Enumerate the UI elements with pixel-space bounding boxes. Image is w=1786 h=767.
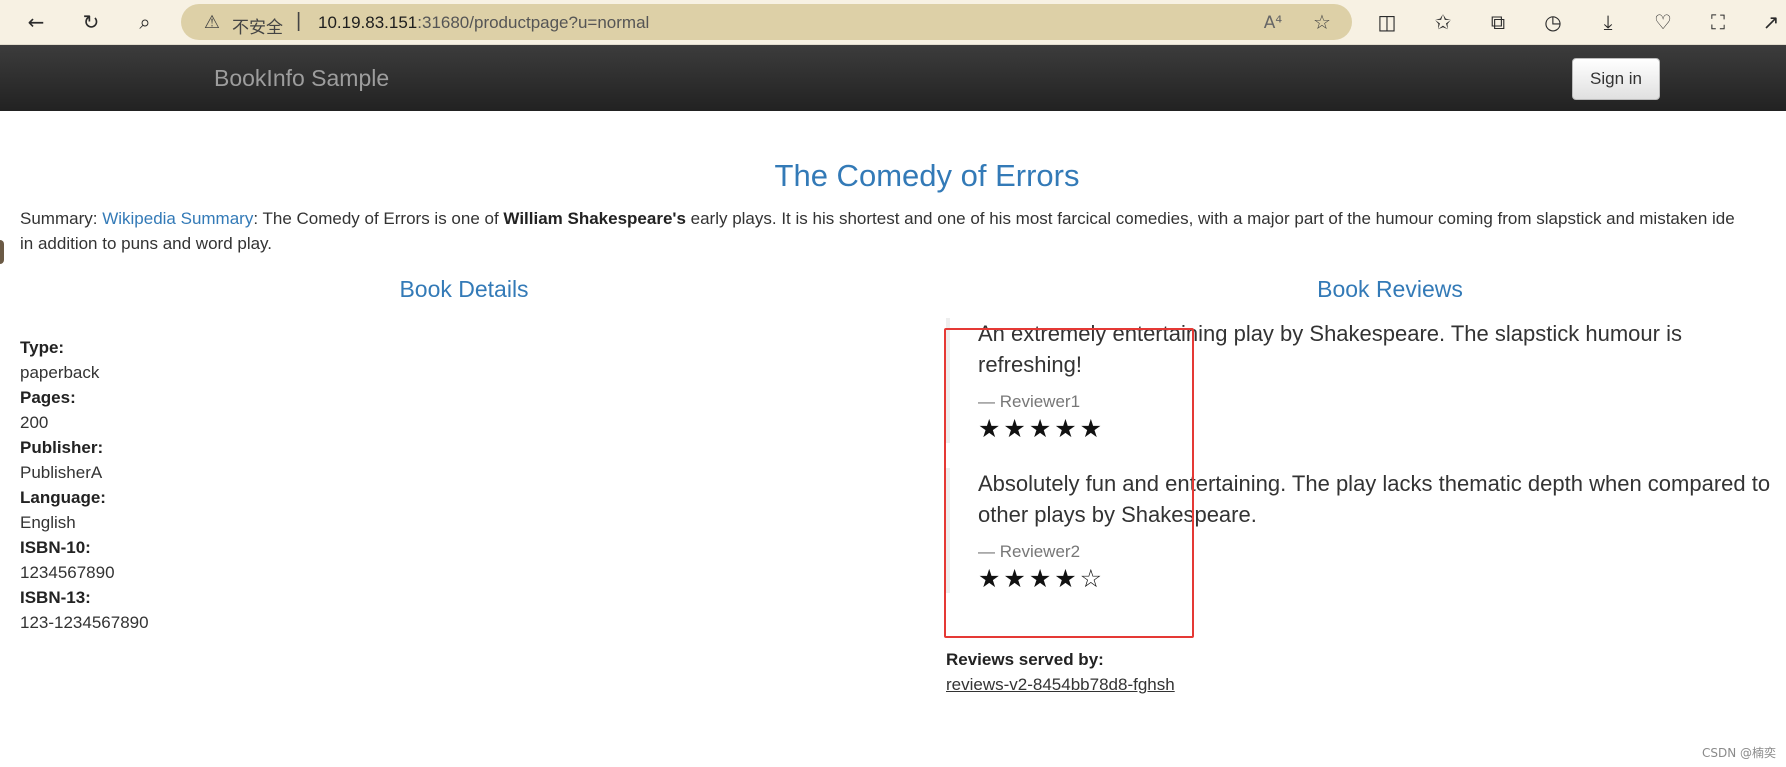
read-aloud-icon[interactable]: A⁴ [1260,10,1286,36]
summary-text-1: : The Comedy of Errors is one of [253,209,504,228]
summary-line-2: in addition to puns and word play. [20,234,273,253]
favorite-star-icon[interactable]: ☆ [1309,9,1335,35]
detail-value: paperback [20,363,100,382]
review-text: An extremely entertaining play by Shakes… [978,321,1682,377]
address-separator: | [296,10,302,32]
review-item: An extremely entertaining play by Shakes… [946,318,1786,443]
detail-value: 1234567890 [20,563,115,582]
detail-value: English [20,513,76,532]
app-navbar: BookInfo Sample Sign in [0,45,1786,111]
browser-toolbar: ← ↻ ⌕ ⚠ 不安全 | 10.19.83.151:31680/product… [0,0,1786,45]
detail-value: PublisherA [20,463,103,482]
address-bar[interactable]: ⚠ 不安全 | 10.19.83.151:31680/productpage?u… [181,4,1352,40]
review-item: Absolutely fun and entertaining. The pla… [946,468,1778,593]
url-host: 10.19.83.151 [318,13,418,32]
reviewer-name: — Reviewer1 [978,392,1081,411]
screenshot-icon[interactable]: ⛶ [1703,7,1733,37]
book-details-title: Book Details [399,276,529,302]
downloads-icon[interactable]: ⤓ [1593,7,1623,37]
warning-icon[interactable]: ⚠ [201,11,223,33]
detail-label: Type: [20,338,65,357]
detail-label: Publisher: [20,438,104,457]
detail-label: Language: [20,488,106,507]
reviews-served-by-link[interactable]: reviews-v2-8454bb78d8-fghsh [946,675,1175,695]
summary-author: William Shakespeare's [503,209,686,228]
history-icon[interactable]: ◷ [1538,7,1568,37]
page-edge-marker [0,240,4,264]
watermark: CSDN @楠奕 [1702,746,1777,760]
split-screen-icon[interactable]: ◫ [1372,7,1402,37]
detail-value: 200 [20,413,49,432]
health-icon[interactable]: ♡ [1648,7,1678,37]
url-path: :31680/productpage?u=normal [417,13,650,32]
star-rating: ★★★★★ [978,414,1106,443]
reviews-served-by-label: Reviews served by: [946,650,1104,669]
favorites-icon[interactable]: ✩ [1428,7,1458,37]
navbar-brand[interactable]: BookInfo Sample [214,65,389,92]
detail-label: ISBN-13: [20,588,91,607]
sign-in-button[interactable]: Sign in [1572,58,1660,100]
detail-label: ISBN-10: [20,538,91,557]
wikipedia-summary-link[interactable]: Wikipedia Summary [102,209,253,228]
detail-label: Pages: [20,388,76,407]
search-icon[interactable]: ⌕ [130,7,160,37]
book-details-list: Type: paperback Pages: 200 Publisher: Publish… [20,335,149,635]
detail-value: 123-1234567890 [20,613,149,632]
share-icon[interactable]: ↗ [1756,7,1786,37]
insecure-label[interactable]: 不安全 [232,13,283,38]
book-title: The Comedy of Errors [774,158,1080,193]
back-icon[interactable]: ← [21,7,51,37]
book-reviews-title: Book Reviews [1317,276,1463,302]
review-text: Absolutely fun and entertaining. The pla… [978,471,1771,527]
summary-prefix: Summary: [20,209,103,228]
refresh-icon[interactable]: ↻ [76,7,106,37]
collections-icon[interactable]: ⧉ [1483,7,1513,37]
url-text[interactable]: 10.19.83.151:31680/productpage?u=normal [318,13,649,33]
star-rating: ★★★★☆ [978,564,1106,593]
reviewer-name: — Reviewer2 [978,542,1081,561]
book-summary: Summary: Wikipedia Summary: The Comedy o… [20,206,1786,256]
summary-text-2: early plays. It is his shortest and one … [685,209,1735,228]
